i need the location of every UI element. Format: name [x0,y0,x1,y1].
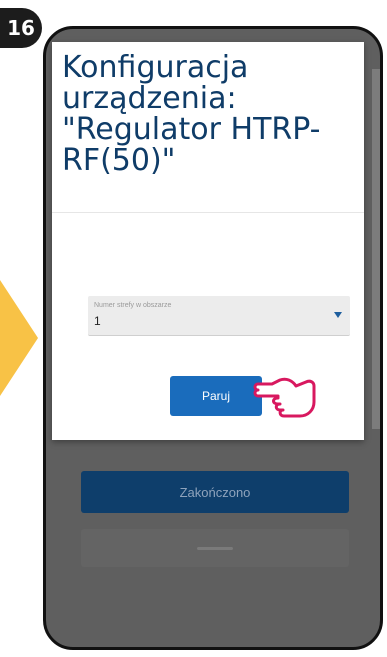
step-number-badge: 16 [0,8,42,48]
zone-number-select[interactable]: Numer strefy w obszarze 1 [88,296,350,336]
arrow-pointer-icon [0,280,38,396]
title-divider [52,212,364,213]
secondary-button-label [197,546,233,550]
pair-button[interactable]: Paruj [170,376,262,416]
finished-button: Zakończono [81,471,349,513]
pointing-hand-icon [253,377,316,418]
secondary-button [81,529,349,567]
scrollbar-track [372,69,380,429]
zone-number-label: Numer strefy w obszarze [94,302,172,309]
dialog-title: Konfiguracja urządzenia: "Regulator HTRP… [62,50,321,178]
zone-number-value: 1 [94,314,101,328]
chevron-down-icon [334,312,342,318]
